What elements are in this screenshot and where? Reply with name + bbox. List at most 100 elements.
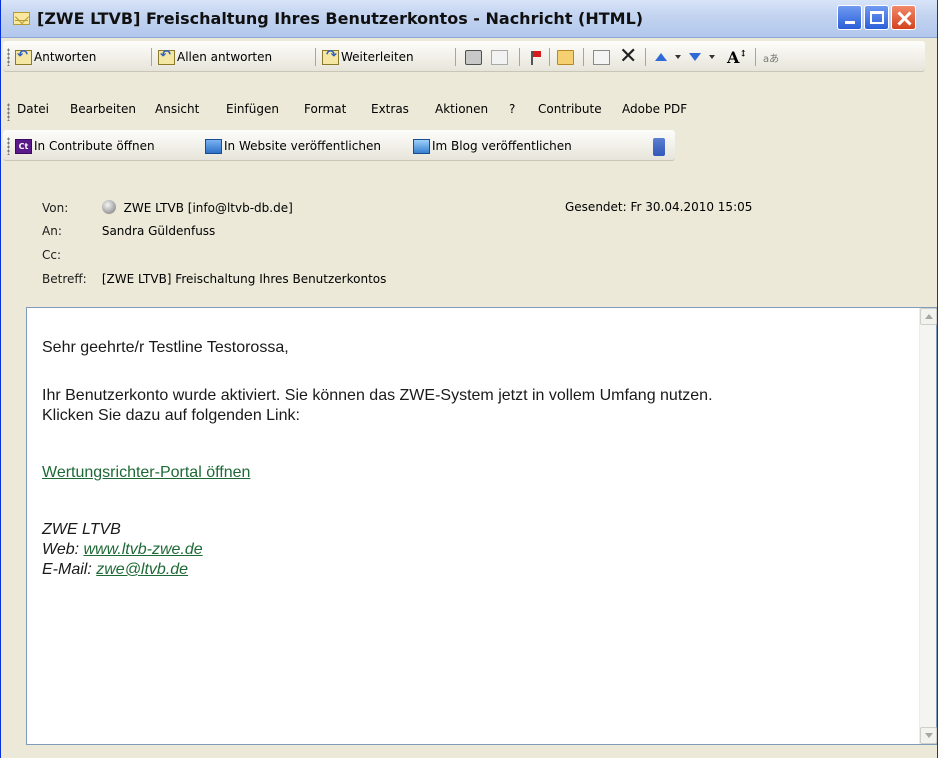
open-in-contribute-button[interactable]: Ct In Contribute öffnen: [15, 136, 155, 156]
toolbar-separator: [315, 48, 316, 66]
cc-row: Cc:: [42, 248, 98, 262]
subject-row: Betreff: [ZWE LTVB] Freischaltung Ihres …: [42, 272, 386, 286]
envelope-icon: [13, 12, 30, 25]
previous-dropdown[interactable]: [675, 47, 681, 67]
subject-value: [ZWE LTVB] Freischaltung Ihres Benutzerk…: [101, 272, 387, 286]
signature-mail-row: E-Mail: zwe@ltvb.de: [42, 560, 188, 580]
from-label: Von:: [42, 201, 69, 215]
print-icon: [465, 49, 482, 65]
window-title: [ZWE LTVB] Freischaltung Ihres Benutzerk…: [37, 9, 644, 28]
forward-label: Weiterleiten: [341, 50, 414, 64]
menu-adobe-pdf[interactable]: Adobe PDF: [622, 102, 687, 116]
reply-icon: [15, 48, 32, 65]
menu-ansicht[interactable]: Ansicht: [155, 102, 199, 116]
toolbar-separator: [645, 48, 646, 66]
publish-website-label: In Website veröffentlichen: [224, 139, 381, 153]
menu-bearbeiten[interactable]: Bearbeiten: [70, 102, 136, 116]
maximize-button[interactable]: [864, 5, 889, 30]
reply-button[interactable]: Antworten: [15, 47, 96, 67]
next-icon: [689, 53, 701, 61]
copy-icon: [491, 49, 508, 65]
title-bar[interactable]: [ZWE LTVB] Freischaltung Ihres Benutzerk…: [1, 0, 937, 38]
menu-einfuegen[interactable]: Einfügen: [226, 102, 279, 116]
sent-row: Gesendet: Fr 30.04.2010 15:05: [565, 200, 752, 214]
to-value[interactable]: Sandra Güldenfuss: [102, 224, 215, 238]
greeting-text: Sehr geehrte/r Testline Testorossa,: [42, 339, 289, 356]
message-window: [ZWE LTVB] Freischaltung Ihres Benutzerk…: [0, 0, 938, 758]
signature-mail-label: E-Mail:: [42, 561, 97, 578]
move-button[interactable]: [593, 47, 612, 67]
menubar-grip[interactable]: [7, 103, 10, 121]
signature-web-row: Web: www.ltvb-zwe.de: [42, 540, 203, 560]
previous-item-button[interactable]: [655, 47, 667, 67]
menu-help[interactable]: ?: [509, 102, 515, 116]
toolbar-separator: [151, 48, 152, 66]
signature-name: ZWE LTVB: [42, 521, 121, 538]
flag-icon: [529, 50, 546, 65]
close-button[interactable]: [891, 5, 916, 30]
menu-extras[interactable]: Extras: [371, 102, 409, 116]
copy-button[interactable]: [491, 47, 510, 67]
arrow-down-icon: [924, 733, 933, 738]
translate-icon: aあ: [763, 53, 780, 65]
message-body[interactable]: Sehr geehrte/r Testline Testorossa, Ihr …: [26, 307, 937, 745]
publish-website-button[interactable]: In Website veröffentlichen: [205, 136, 381, 156]
folder-icon: [557, 49, 574, 65]
print-button[interactable]: [465, 47, 484, 67]
open-in-contribute-label: In Contribute öffnen: [34, 139, 155, 153]
sent-value: Fr 30.04.2010 15:05: [630, 200, 753, 214]
reply-all-label: Allen antworten: [177, 50, 273, 64]
instruction-text: Klicken Sie dazu auf folgenden Link:: [42, 407, 300, 424]
subject-label: Betreff:: [42, 272, 87, 286]
menu-aktionen[interactable]: Aktionen: [435, 102, 488, 116]
reply-all-icon: [158, 48, 175, 65]
website-publish-icon: [205, 138, 222, 154]
reply-all-button[interactable]: Allen antworten: [158, 47, 272, 67]
contribute-toolbar: Ct In Contribute öffnen In Website veröf…: [3, 130, 675, 161]
standard-toolbar: Antworten Allen antworten Weiterleiten ✕…: [3, 41, 925, 72]
font-size-button[interactable]: A↕: [727, 47, 747, 67]
translate-button[interactable]: aあ: [763, 47, 779, 67]
to-label: An:: [42, 224, 62, 238]
scroll-down-button[interactable]: [920, 727, 937, 744]
forward-button[interactable]: Weiterleiten: [322, 47, 414, 67]
move-to-folder-button[interactable]: [557, 47, 576, 67]
presence-icon[interactable]: [101, 200, 116, 214]
chevron-down-icon: [709, 55, 715, 59]
cc-label: Cc:: [42, 248, 62, 262]
vertical-scrollbar[interactable]: [919, 308, 937, 744]
portal-link[interactable]: Wertungsrichter-Portal öffnen: [42, 463, 250, 483]
toolbar-grip[interactable]: [7, 137, 10, 155]
toolbar-separator: [549, 48, 550, 66]
from-row: Von: ZWE LTVB [info@ltvb-db.de]: [42, 200, 293, 215]
toolbar-separator: [583, 48, 584, 66]
blog-publish-icon: [413, 138, 430, 154]
next-dropdown[interactable]: [709, 47, 715, 67]
toolbar-options-chevron[interactable]: [653, 138, 665, 156]
activation-text: Ihr Benutzerkonto wurde aktiviert. Sie k…: [42, 387, 713, 404]
publish-blog-button[interactable]: Im Blog veröffentlichen: [413, 136, 572, 156]
to-row: An: Sandra Güldenfuss: [42, 224, 215, 238]
scroll-up-button[interactable]: [920, 308, 937, 325]
menu-datei[interactable]: Datei: [17, 102, 49, 116]
website-link[interactable]: www.ltvb-zwe.de: [84, 541, 203, 558]
menu-format[interactable]: Format: [304, 102, 346, 116]
toolbar-separator: [519, 48, 520, 66]
email-link[interactable]: zwe@ltvb.de: [96, 561, 188, 578]
next-item-button[interactable]: [689, 47, 701, 67]
follow-up-button[interactable]: [529, 47, 548, 67]
minimize-button[interactable]: [837, 5, 862, 30]
delete-button[interactable]: ✕: [619, 44, 638, 69]
font-size-icon: A↕: [727, 47, 747, 67]
chevron-down-icon: [675, 55, 681, 59]
previous-icon: [655, 53, 667, 61]
delete-icon: ✕: [619, 44, 638, 69]
toolbar-separator: [755, 48, 756, 66]
sent-label: Gesendet:: [565, 200, 627, 214]
publish-blog-label: Im Blog veröffentlichen: [432, 139, 572, 153]
from-value[interactable]: ZWE LTVB [info@ltvb-db.de]: [124, 201, 293, 215]
toolbar-separator: [455, 48, 456, 66]
toolbar-grip[interactable]: [7, 48, 10, 66]
maximize-icon: [869, 11, 884, 24]
menu-contribute[interactable]: Contribute: [538, 102, 602, 116]
